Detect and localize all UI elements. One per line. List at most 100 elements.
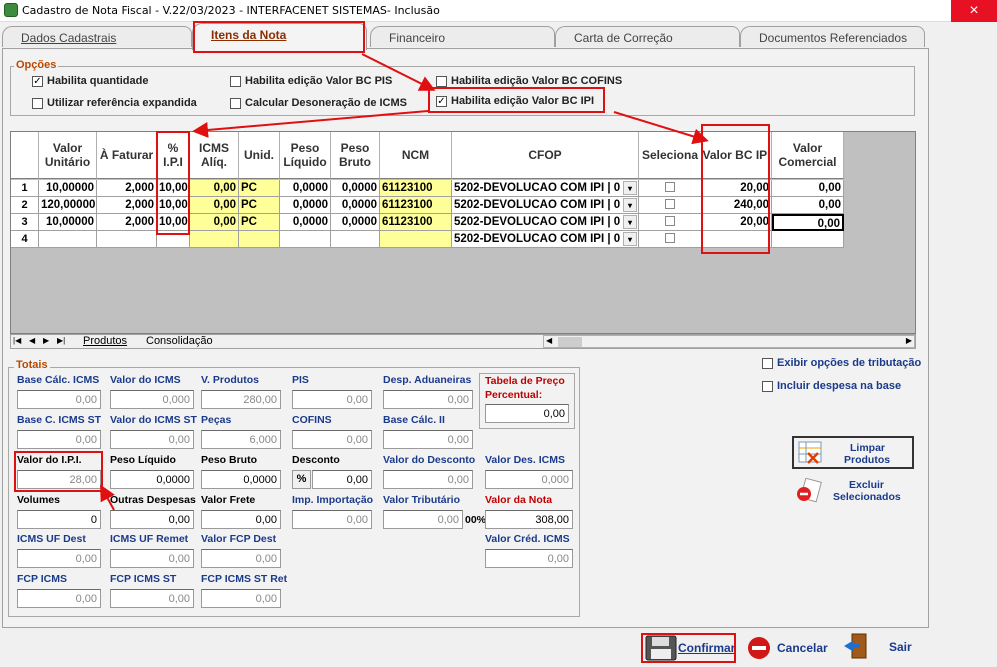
checkbox-referencia-expandida[interactable] [32,98,43,109]
checkbox-desoneracao-icms[interactable] [230,98,241,109]
grid-cell-un[interactable]: PC [239,197,280,214]
field-base-icms-st[interactable]: 0,00 [17,430,101,449]
grid-cell-ncm[interactable] [380,231,452,248]
grid-cell-sel[interactable] [639,197,702,214]
limpar-produtos-button[interactable]: Limpar Produtos [792,436,914,469]
field-volumes[interactable]: 0 [17,510,101,529]
field-cofins[interactable]: 0,00 [292,430,372,449]
scroll-left-icon[interactable]: ◀ [546,336,552,345]
field-base-calc-icms[interactable]: 0,00 [17,390,101,409]
grid-cell-ncm[interactable]: 61123100 [380,180,452,197]
grid-cell-vu[interactable] [39,231,97,248]
nav-last-icon[interactable]: ▶| [57,336,65,345]
grid-cell-ncm[interactable]: 61123100 [380,197,452,214]
sheet-tab-consolidacao[interactable]: Consolidação [146,335,213,347]
grid-cell-vu[interactable]: 10,00000 [39,214,97,231]
header-a-faturar[interactable]: À Faturar [97,132,157,179]
grid-cell-pb[interactable]: 0,0000 [331,180,380,197]
cfop-dropdown-icon[interactable]: ▾ [623,181,637,195]
field-pis[interactable]: 0,00 [292,390,372,409]
grid-cell-pl[interactable]: 0,0000 [280,180,331,197]
grid-cell-pb[interactable]: 0,0000 [331,197,380,214]
grid-cell-icms[interactable]: 0,00 [190,197,239,214]
field-desp-aduaneiras[interactable]: 0,00 [383,390,473,409]
scroll-right-icon[interactable]: ▶ [906,336,912,345]
checkbox-exibir-opcoes[interactable] [762,358,773,369]
grid-cell-fat[interactable]: 2,000 [97,214,157,231]
grid-cell-sel[interactable] [639,180,702,197]
sair-button[interactable]: Sair [842,632,917,664]
field-fcp-icms-st-ret[interactable]: 0,00 [201,589,281,608]
percentual-field[interactable]: 0,00 [485,404,569,423]
cancelar-button[interactable]: Cancelar [745,633,835,663]
field-peso-liquido[interactable]: 0,0000 [110,470,194,489]
grid-cell-pb[interactable]: 0,0000 [331,214,380,231]
header-icms-aliq[interactable]: ICMS Alíq. [190,132,239,179]
row-select-checkbox[interactable] [665,182,675,192]
header-peso-liquido[interactable]: Peso Líquido [280,132,331,179]
header-ncm[interactable]: NCM [380,132,452,179]
horizontal-scrollbar[interactable]: ◀ ▶ [543,335,915,348]
grid-cell-icms[interactable]: 0,00 [190,180,239,197]
grid-cell-n[interactable]: 3 [11,214,39,231]
items-grid[interactable]: Valor Unitário À Faturar % I.P.I ICMS Al… [10,131,916,334]
grid-cell-n[interactable]: 1 [11,180,39,197]
checkbox-bc-pis[interactable] [230,76,241,87]
grid-cell-un[interactable] [239,231,280,248]
nav-prev-icon[interactable]: ◀ [29,336,35,345]
grid-cell-fat[interactable] [97,231,157,248]
row-select-checkbox[interactable] [665,199,675,209]
field-valor-desconto[interactable]: 0,00 [383,470,473,489]
field-valor-nota[interactable]: 308,00 [485,510,573,529]
grid-cell-n[interactable]: 2 [11,197,39,214]
grid-cell-vc[interactable]: 0,00 [772,180,844,197]
scroll-thumb[interactable] [558,337,582,347]
header-unid[interactable]: Unid. [239,132,280,179]
grid-cell-pb[interactable] [331,231,380,248]
grid-cell-icms[interactable] [190,231,239,248]
cfop-dropdown-icon[interactable]: ▾ [623,198,637,212]
field-pecas[interactable]: 6,000 [201,430,281,449]
checkbox-bc-cofins[interactable] [436,76,447,87]
grid-cell-cfop[interactable]: 5202-DEVOLUCAO COM IPI | 0 ▾ [452,214,639,231]
grid-cell-vu[interactable]: 120,00000 [39,197,97,214]
field-peso-bruto[interactable]: 0,0000 [201,470,281,489]
excluir-selecionados-button[interactable]: Excluir Selecionados [793,478,915,506]
field-valor-tributario[interactable]: 0,00 [383,510,463,529]
cfop-dropdown-icon[interactable]: ▾ [623,232,637,246]
grid-cell-un[interactable]: PC [239,180,280,197]
field-desconto[interactable]: 0,00 [312,470,372,489]
desconto-percent-button[interactable]: % [292,470,311,489]
checkbox-incluir-despesa[interactable] [762,381,773,392]
tab-carta-de-correcao[interactable]: Carta de Correção [555,26,740,47]
field-valor-cred-icms[interactable]: 0,00 [485,549,573,568]
tab-documentos-referenciados[interactable]: Documentos Referenciados [740,26,925,47]
grid-cell-cfop[interactable]: 5202-DEVOLUCAO COM IPI | 0 ▾ [452,180,639,197]
field-v-produtos[interactable]: 280,00 [201,390,281,409]
grid-cell-pl[interactable]: 0,0000 [280,197,331,214]
grid-cell-ncm[interactable]: 61123100 [380,214,452,231]
field-fcp-icms[interactable]: 0,00 [17,589,101,608]
nav-first-icon[interactable]: |◀ [13,336,21,345]
row-select-checkbox[interactable] [665,233,675,243]
grid-cell-vc[interactable]: 0,00 [772,214,844,231]
grid-cell-cfop[interactable]: 5202-DEVOLUCAO COM IPI | 0 ▾ [452,231,639,248]
header-valor-unitario[interactable]: Valor Unitário [39,132,97,179]
row-select-checkbox[interactable] [665,216,675,226]
field-fcp-icms-st[interactable]: 0,00 [110,589,194,608]
header-cfop[interactable]: CFOP [452,132,639,179]
field-icms-uf-dest[interactable]: 0,00 [17,549,101,568]
field-valor-frete[interactable]: 0,00 [201,510,281,529]
grid-cell-fat[interactable]: 2,000 [97,197,157,214]
grid-cell-pl[interactable] [280,231,331,248]
field-icms-uf-remet[interactable]: 0,00 [110,549,194,568]
grid-cell-un[interactable]: PC [239,214,280,231]
field-valor-fcp-dest[interactable]: 0,00 [201,549,281,568]
checkbox-habilita-quantidade[interactable]: ✓ [32,76,43,87]
close-button[interactable]: × [951,0,997,22]
grid-cell-cfop[interactable]: 5202-DEVOLUCAO COM IPI | 0 ▾ [452,197,639,214]
header-seleciona[interactable]: Seleciona [639,132,702,179]
field-imp-importacao[interactable]: 0,00 [292,510,372,529]
cfop-dropdown-icon[interactable]: ▾ [623,215,637,229]
grid-cell-icms[interactable]: 0,00 [190,214,239,231]
